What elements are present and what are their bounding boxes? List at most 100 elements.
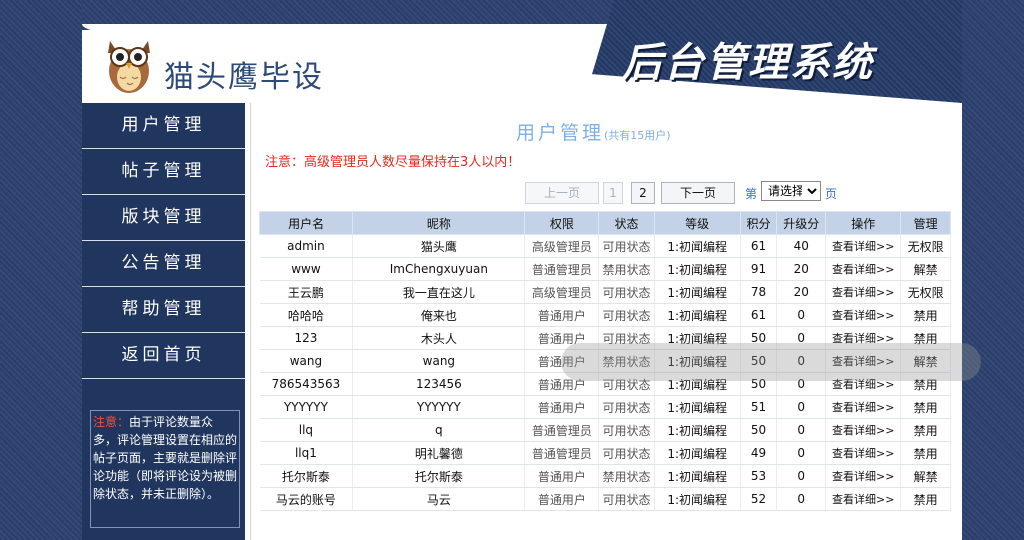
level-cell: 1:初闻编程 xyxy=(654,257,741,281)
nickname-cell: 托尔斯泰 xyxy=(352,464,526,488)
view-details-link[interactable]: 查看详细>> xyxy=(825,257,902,281)
status-cell: 禁用状态 xyxy=(598,464,655,488)
page-title-text: 用户管理 xyxy=(516,122,605,144)
note-label: 注意： xyxy=(93,415,130,429)
user-count: (共有15用户) xyxy=(604,129,671,142)
view-details-link[interactable]: 查看详细>> xyxy=(825,234,902,258)
level-cell: 1:初闻编程 xyxy=(654,303,741,327)
page-frame: 猫头鹰毕设 后台管理系统 用户管理 帖子管理 版块管理 公告管理 帮助管理 返回… xyxy=(82,0,981,540)
sidebar: 用户管理 帖子管理 版块管理 公告管理 帮助管理 返回首页 注意：由于评论数量众… xyxy=(82,103,245,540)
manage-action[interactable]: 禁用 xyxy=(900,441,951,465)
username-cell: 哈哈哈 xyxy=(259,303,354,327)
nickname-cell: wang xyxy=(352,349,526,373)
sidebar-item-user-management[interactable]: 用户管理 xyxy=(82,103,245,149)
status-cell: 可用状态 xyxy=(598,234,655,258)
status-cell: 可用状态 xyxy=(598,395,655,419)
username-cell: 托尔斯泰 xyxy=(259,464,354,488)
view-details-link[interactable]: 查看详细>> xyxy=(825,441,902,465)
col-level: 等级 xyxy=(653,211,741,235)
username-cell: wang xyxy=(259,349,354,373)
page-1-button[interactable]: 1 xyxy=(603,182,623,204)
col-manage: 管理 xyxy=(900,211,951,235)
prev-page-button[interactable]: 上一页 xyxy=(525,182,599,204)
points-cell: 61 xyxy=(740,303,778,327)
table-row: 马云的账号 马云 普通用户 可用状态 1:初闻编程 52 0 查看详细>> 禁用 xyxy=(259,487,951,511)
table-row: admin 猫头鹰 高级管理员 可用状态 1:初闻编程 61 40 查看详细>> 无权限 xyxy=(259,234,951,258)
username-cell: llq1 xyxy=(259,441,354,465)
view-details-link[interactable]: 查看详细>> xyxy=(825,280,902,304)
manage-action[interactable]: 禁用 xyxy=(900,395,951,419)
nickname-cell: 马云 xyxy=(352,487,526,511)
points-cell: 61 xyxy=(740,234,778,258)
username-cell: YYYYYY xyxy=(259,395,354,419)
manage-action: 无权限 xyxy=(900,234,951,258)
upgrade-points-cell: 0 xyxy=(776,395,827,419)
permission-cell: 高级管理员 xyxy=(524,280,600,304)
points-cell: 91 xyxy=(740,257,778,281)
manage-action[interactable]: 禁用 xyxy=(900,418,951,442)
upgrade-points-cell: 0 xyxy=(776,441,827,465)
sidebar-item-announcement-management[interactable]: 公告管理 xyxy=(82,241,245,287)
next-page-button[interactable]: 下一页 xyxy=(661,182,735,204)
sidebar-item-help-management[interactable]: 帮助管理 xyxy=(82,287,245,333)
username-cell: llq xyxy=(259,418,354,442)
view-details-link[interactable]: 查看详细>> xyxy=(825,395,902,419)
nickname-cell: ImChengxuyuan xyxy=(352,257,526,281)
sidebar-item-back-home[interactable]: 返回首页 xyxy=(82,333,245,379)
background-left xyxy=(0,0,82,540)
upgrade-points-cell: 20 xyxy=(776,257,827,281)
col-points: 积分 xyxy=(739,211,778,235)
table-row: 哈哈哈 俺来也 普通用户 可用状态 1:初闻编程 61 0 查看详细>> 禁用 xyxy=(259,303,951,327)
col-permission: 权限 xyxy=(524,211,600,235)
points-cell: 52 xyxy=(740,487,778,511)
permission-cell: 普通管理员 xyxy=(524,418,600,442)
manage-action[interactable]: 解禁 xyxy=(900,257,951,281)
view-details-link[interactable]: 查看详细>> xyxy=(825,418,902,442)
table-row: 托尔斯泰 托尔斯泰 普通用户 禁用状态 1:初闻编程 53 0 查看详细>> 解禁 xyxy=(259,464,951,488)
nickname-cell: YYYYYY xyxy=(352,395,526,419)
page-2-button[interactable]: 2 xyxy=(631,182,655,204)
sidebar-item-post-management[interactable]: 帖子管理 xyxy=(82,149,245,195)
view-details-link[interactable]: 查看详细>> xyxy=(825,464,902,488)
level-cell: 1:初闻编程 xyxy=(654,280,741,304)
points-cell: 53 xyxy=(740,464,778,488)
sidebar-item-board-management[interactable]: 版块管理 xyxy=(82,195,245,241)
upgrade-points-cell: 0 xyxy=(776,303,827,327)
manage-action: 无权限 xyxy=(900,280,951,304)
col-upgrade-points: 升级分 xyxy=(776,211,827,235)
nickname-cell: q xyxy=(352,418,526,442)
username-cell: 123 xyxy=(259,326,354,350)
points-cell: 78 xyxy=(740,280,778,304)
manage-action[interactable]: 禁用 xyxy=(900,487,951,511)
nickname-cell: 木头人 xyxy=(352,326,526,350)
table-header-row: 用户名 昵称 权限 状态 等级 积分 升级分 操作 管理 xyxy=(258,211,951,235)
upgrade-points-cell: 0 xyxy=(776,487,827,511)
view-details-link[interactable]: 查看详细>> xyxy=(825,303,902,327)
site-name: 猫头鹰毕设 xyxy=(164,60,324,95)
view-details-link[interactable]: 查看详细>> xyxy=(825,487,902,511)
nickname-cell: 明礼馨德 xyxy=(352,441,526,465)
watermark-overlay xyxy=(561,343,981,381)
level-cell: 1:初闻编程 xyxy=(654,418,741,442)
username-cell: 786543563 xyxy=(259,372,354,396)
permission-cell: 普通用户 xyxy=(524,487,600,511)
nickname-cell: 123456 xyxy=(352,372,526,396)
points-cell: 49 xyxy=(740,441,778,465)
upgrade-points-cell: 0 xyxy=(776,464,827,488)
upgrade-points-cell: 40 xyxy=(776,234,827,258)
col-status: 状态 xyxy=(598,211,655,235)
background-right xyxy=(962,0,1024,540)
page-select[interactable]: 请选择 xyxy=(761,181,821,201)
col-nickname: 昵称 xyxy=(352,211,526,235)
manage-action[interactable]: 解禁 xyxy=(900,464,951,488)
permission-cell: 普通管理员 xyxy=(524,257,600,281)
upgrade-points-cell: 20 xyxy=(776,280,827,304)
points-cell: 50 xyxy=(740,418,778,442)
username-cell: admin xyxy=(259,234,354,258)
page-prefix: 第 xyxy=(745,187,758,201)
system-title: 后台管理系统 xyxy=(622,40,874,86)
permission-cell: 普通用户 xyxy=(524,395,600,419)
nickname-cell: 猫头鹰 xyxy=(352,234,526,258)
status-cell: 可用状态 xyxy=(598,487,655,511)
manage-action[interactable]: 禁用 xyxy=(900,303,951,327)
